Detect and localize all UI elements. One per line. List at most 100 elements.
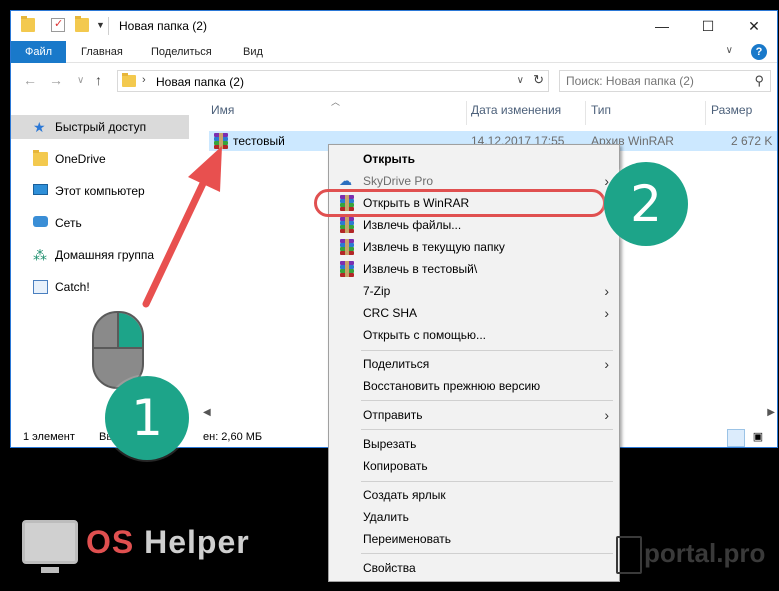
sidebar-item-label: Этот компьютер <box>55 184 145 198</box>
menu-item-extract-here[interactable]: Извлечь в текущую папку <box>331 236 617 258</box>
scroll-right-icon[interactable]: ▶ <box>767 407 775 418</box>
search-input[interactable] <box>560 71 740 91</box>
menu-item-label: Копировать <box>363 459 428 473</box>
submenu-chevron-icon: › <box>604 305 609 321</box>
back-arrow-icon[interactable]: ← <box>23 72 37 88</box>
menu-item-label: Восстановить прежнюю версию <box>363 379 541 393</box>
up-arrow-icon[interactable]: ↑ <box>95 72 102 88</box>
minimize-button[interactable]: — <box>639 11 685 41</box>
search-box[interactable]: ⚲ <box>559 70 771 92</box>
column-header-type[interactable]: Тип <box>591 103 611 117</box>
sidebar-item-network[interactable]: Сеть <box>11 211 189 235</box>
catch-icon <box>33 280 48 294</box>
breadcrumb[interactable]: Новая папка (2) <box>156 75 244 89</box>
selected-size: ен: 2,60 МБ <box>203 431 263 443</box>
column-separator[interactable] <box>585 101 586 125</box>
menu-item-copy[interactable]: Копировать <box>331 455 617 477</box>
file-name: тестовый <box>233 134 285 148</box>
menu-item-label: Создать ярлык <box>363 488 446 502</box>
address-dropdown-icon[interactable]: ∨ <box>517 75 524 86</box>
folder-icon <box>33 150 48 166</box>
menu-item-create-shortcut[interactable]: Создать ярлык <box>331 484 617 506</box>
menu-item-label: Извлечь файлы... <box>363 218 462 232</box>
new-folder-icon[interactable] <box>75 16 89 32</box>
menu-item-open[interactable]: Открыть <box>331 148 617 170</box>
window-title: Новая папка (2) <box>119 19 207 33</box>
file-size: 2 672 K <box>731 134 773 148</box>
scroll-left-icon[interactable]: ◀ <box>203 407 211 418</box>
monitor-icon <box>22 520 78 573</box>
column-separator[interactable] <box>466 101 467 125</box>
winrar-icon <box>339 261 355 277</box>
submenu-chevron-icon: › <box>604 407 609 423</box>
tab-view[interactable]: Вид <box>231 41 275 63</box>
menu-item-label: Удалить <box>363 510 409 524</box>
breadcrumb-chevron-icon[interactable]: › <box>142 74 146 86</box>
forward-arrow-icon[interactable]: → <box>49 72 63 88</box>
menu-separator <box>361 553 613 554</box>
tiportal-logo: portal.pro <box>616 536 765 574</box>
navigation-bar: ← → ∨ ↑ › Новая папка (2) ∨ ↻ ⚲ <box>11 64 777 98</box>
column-header-size[interactable]: Размер <box>711 103 752 117</box>
sidebar-item-onedrive[interactable]: OneDrive <box>11 147 189 171</box>
ti-mark-icon <box>616 536 642 574</box>
title-bar: ▼ Новая папка (2) — ☐ ✕ <box>11 11 777 41</box>
step-badge-2: 2 <box>604 162 688 246</box>
network-icon <box>33 216 48 227</box>
ribbon-expand-icon[interactable]: ∨ <box>726 45 733 56</box>
address-bar[interactable]: › Новая папка (2) ∨ ↻ <box>117 70 549 92</box>
quick-access-dropdown-icon[interactable]: ▼ <box>96 20 105 30</box>
menu-item-cut[interactable]: Вырезать <box>331 433 617 455</box>
menu-item-7zip[interactable]: 7-Zip › <box>331 280 617 302</box>
sidebar-item-label: Домашняя группа <box>55 248 155 262</box>
homegroup-icon: ⁂ <box>33 247 47 263</box>
menu-item-crc-sha[interactable]: CRC SHA › <box>331 302 617 324</box>
menu-separator <box>361 429 613 430</box>
sidebar-item-homegroup[interactable]: ⁂ Домашняя группа <box>11 243 189 267</box>
menu-item-extract-to[interactable]: Извлечь в тестовый\ <box>331 258 617 280</box>
menu-item-label: Извлечь в тестовый\ <box>363 262 478 276</box>
step-badge-1: 1 <box>105 376 189 460</box>
properties-icon[interactable] <box>51 17 65 32</box>
winrar-icon <box>339 239 355 255</box>
menu-item-open-with[interactable]: Открыть с помощью... <box>331 324 617 346</box>
column-header-date[interactable]: Дата изменения <box>471 103 561 117</box>
menu-item-restore[interactable]: Восстановить прежнюю версию <box>331 375 617 397</box>
computer-icon <box>33 184 48 195</box>
sidebar-item-label: Сеть <box>55 216 82 230</box>
submenu-chevron-icon: › <box>604 356 609 372</box>
tab-share[interactable]: Поделиться <box>139 41 224 63</box>
menu-item-label: CRC SHA <box>363 306 418 320</box>
tab-file[interactable]: Файл <box>11 41 66 63</box>
menu-item-rename[interactable]: Переименовать <box>331 528 617 550</box>
sidebar-item-this-pc[interactable]: Этот компьютер <box>11 179 189 203</box>
sidebar-item-quick-access[interactable]: ★ Быстрый доступ <box>11 115 189 139</box>
folder-icon[interactable] <box>21 16 35 32</box>
navigation-pane: ★ Быстрый доступ OneDrive Этот компьютер… <box>11 99 199 419</box>
recent-dropdown-icon[interactable]: ∨ <box>77 75 84 86</box>
menu-item-delete[interactable]: Удалить <box>331 506 617 528</box>
refresh-icon[interactable]: ↻ <box>533 72 544 88</box>
menu-item-send-to[interactable]: Отправить › <box>331 404 617 426</box>
sidebar-item-catch[interactable]: Catch! <box>11 275 189 299</box>
column-header-name[interactable]: Имя <box>211 103 234 117</box>
help-button[interactable]: ? <box>751 44 767 60</box>
menu-item-properties[interactable]: Свойства <box>331 557 617 579</box>
tab-home[interactable]: Главная <box>69 41 135 63</box>
search-icon[interactable]: ⚲ <box>754 73 764 89</box>
large-icons-view-button[interactable]: ▣ <box>749 429 767 447</box>
menu-item-share[interactable]: Поделиться › <box>331 353 617 375</box>
menu-item-label: Отправить <box>363 408 423 422</box>
winrar-archive-icon <box>213 133 229 149</box>
column-separator[interactable] <box>705 101 706 125</box>
menu-item-extract-files[interactable]: Извлечь файлы... <box>331 214 617 236</box>
close-button[interactable]: ✕ <box>731 11 777 41</box>
menu-item-label: Поделиться <box>363 357 430 371</box>
details-view-button[interactable] <box>727 429 745 447</box>
maximize-button[interactable]: ☐ <box>685 11 731 41</box>
star-icon: ★ <box>33 119 46 135</box>
menu-item-label: SkyDrive Pro <box>363 174 434 188</box>
menu-item-label: 7-Zip <box>363 284 391 298</box>
menu-item-label: Открыть <box>363 152 416 166</box>
highlight-ring <box>314 189 606 217</box>
